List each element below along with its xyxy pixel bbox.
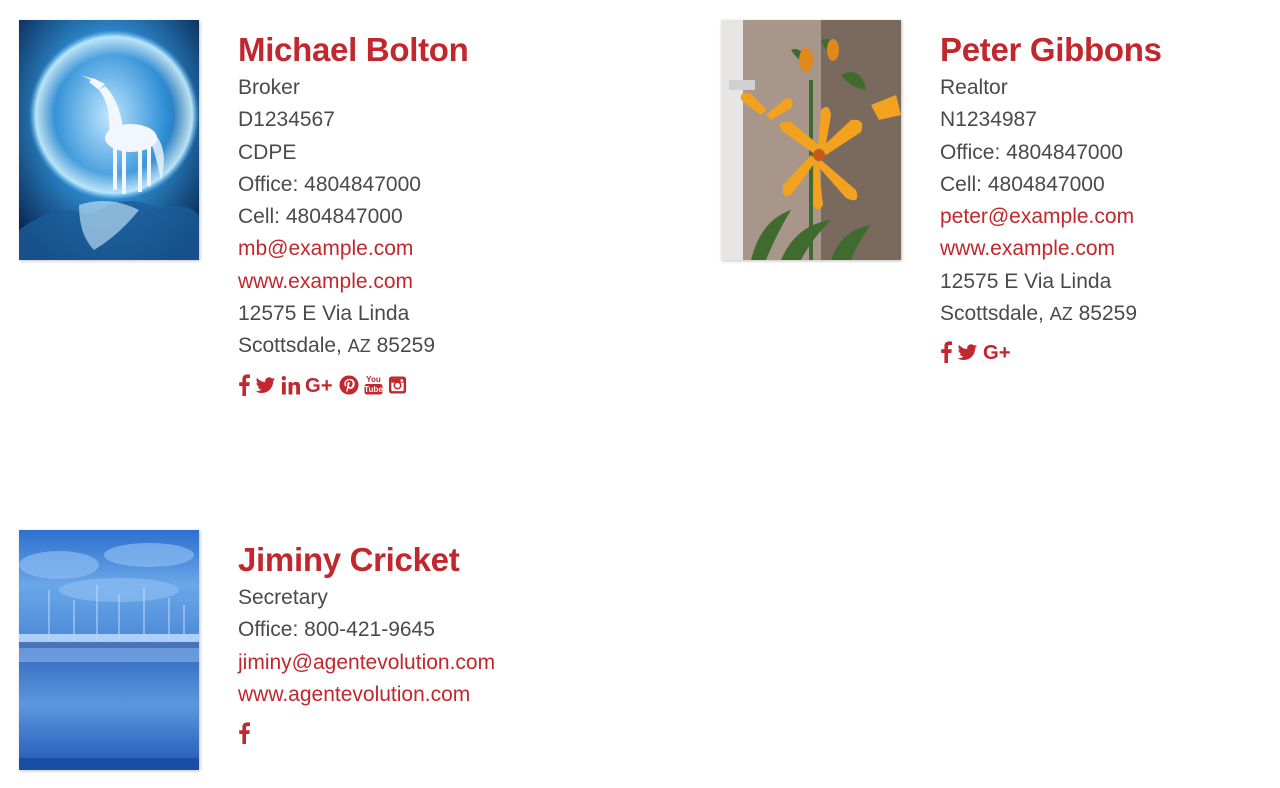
agent-city: Scottsdale, xyxy=(238,334,342,358)
facebook-icon[interactable] xyxy=(238,722,250,745)
agent-city-state-zip: Scottsdale, AZ 85259 xyxy=(940,298,1280,330)
agent-title: Realtor xyxy=(940,76,1008,99)
facebook-icon[interactable] xyxy=(238,374,250,396)
unicorn-moon-image xyxy=(19,20,199,260)
google-plus-icon[interactable]: G+ xyxy=(305,374,334,395)
svg-text:G+: G+ xyxy=(983,342,1011,363)
social-links: G+ xyxy=(940,340,1280,364)
agent-zip: 85259 xyxy=(1078,302,1138,326)
facebook-icon[interactable] xyxy=(940,341,952,364)
svg-text:Tube: Tube xyxy=(364,385,383,394)
agent-card-peter-gibbons: Peter Gibbons Realtor N1234987 Office: 4… xyxy=(721,20,1261,420)
agent-card-michael-bolton: Michael Bolton Broker D1234567 CDPE Offi… xyxy=(19,20,679,420)
agent-state: AZ xyxy=(347,336,371,357)
agent-zip: 85259 xyxy=(376,334,436,358)
agent-title: Broker xyxy=(238,76,300,99)
agent-photo[interactable] xyxy=(19,20,199,260)
agent-cell-phone: Cell: 4804847000 xyxy=(940,172,1105,196)
agent-office-phone: Office: 800-421-9645 xyxy=(238,618,435,642)
agent-card-jiminy-cricket: Jiminy Cricket Secretary Office: 800-421… xyxy=(19,530,679,780)
agent-street: 12575 E Via Linda xyxy=(238,302,410,326)
social-links xyxy=(238,721,658,745)
svg-text:You: You xyxy=(366,375,381,384)
agent-cell-phone: Cell: 4804847000 xyxy=(238,205,403,229)
agent-photo[interactable] xyxy=(19,530,199,770)
orange-lily-image xyxy=(721,20,901,260)
agent-office-phone: Office: 4804847000 xyxy=(238,172,421,196)
agent-email-link[interactable]: jiminy@agentevolution.com xyxy=(238,647,658,679)
agent-designation: CDPE xyxy=(238,140,297,164)
agent-info: Michael Bolton Broker D1234567 CDPE Offi… xyxy=(238,30,658,397)
agent-city: Scottsdale, xyxy=(940,302,1044,326)
agent-website-link[interactable]: www.agentevolution.com xyxy=(238,679,658,711)
agent-email-link[interactable]: peter@example.com xyxy=(940,201,1280,233)
agent-name[interactable]: Jiminy Cricket xyxy=(238,540,658,582)
twitter-icon[interactable] xyxy=(957,341,978,363)
youtube-icon[interactable]: You Tube xyxy=(364,374,383,396)
agent-name[interactable]: Michael Bolton xyxy=(238,30,658,72)
agent-email-link[interactable]: mb@example.com xyxy=(238,233,658,265)
agent-name[interactable]: Peter Gibbons xyxy=(940,30,1280,72)
instagram-icon[interactable] xyxy=(388,374,407,396)
agent-title: Secretary xyxy=(238,586,328,609)
agent-photo[interactable] xyxy=(721,20,901,260)
google-plus-icon[interactable]: G+ xyxy=(983,341,1012,363)
agent-state: AZ xyxy=(1049,304,1073,325)
agent-website-link[interactable]: www.example.com xyxy=(940,233,1280,265)
agent-street: 12575 E Via Linda xyxy=(940,269,1112,293)
social-links: G+ You Tube xyxy=(238,373,658,397)
agent-info: Peter Gibbons Realtor N1234987 Office: 4… xyxy=(940,30,1280,364)
agent-website-link[interactable]: www.example.com xyxy=(238,266,658,298)
twitter-icon[interactable] xyxy=(255,374,276,396)
agent-city-state-zip: Scottsdale, AZ 85259 xyxy=(238,330,658,362)
agent-license: N1234987 xyxy=(940,108,1037,132)
agent-info: Jiminy Cricket Secretary Office: 800-421… xyxy=(238,540,658,745)
agent-license: D1234567 xyxy=(238,108,335,132)
linkedin-icon[interactable] xyxy=(281,374,300,396)
pinterest-icon[interactable] xyxy=(339,374,359,396)
svg-text:G+: G+ xyxy=(305,374,333,395)
agent-office-phone: Office: 4804847000 xyxy=(940,140,1123,164)
harbor-boats-image xyxy=(19,530,199,770)
